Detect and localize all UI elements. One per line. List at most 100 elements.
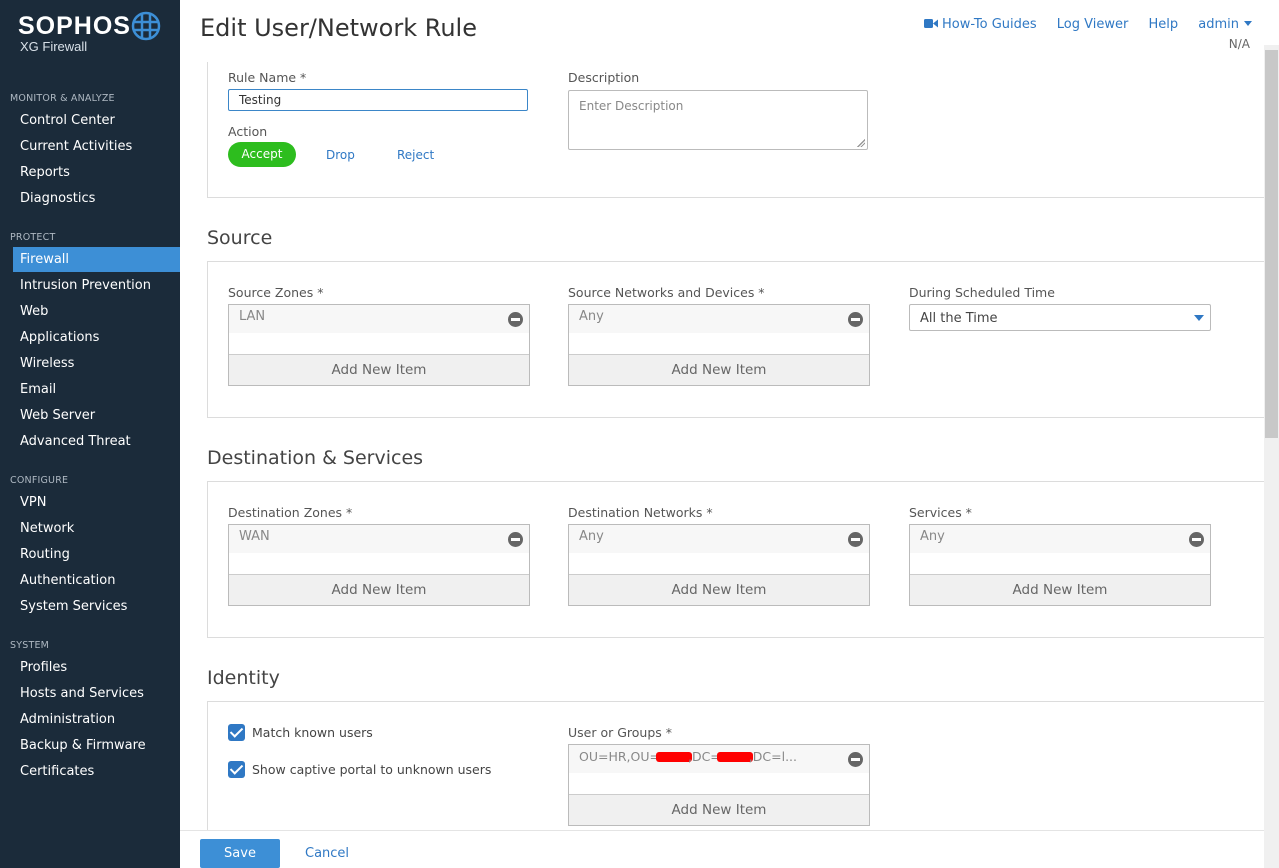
sidebar-item-intrusion-prevention[interactable]: Intrusion Prevention [13, 273, 180, 298]
sidebar-item-control-center[interactable]: Control Center [13, 108, 180, 133]
top-links: How-To Guides Log Viewer Help admin [908, 17, 1252, 32]
how-to-guides-link[interactable]: How-To Guides [924, 17, 1041, 32]
source-zone-value: LAN [239, 309, 266, 324]
redaction-mark [716, 752, 753, 762]
remove-icon[interactable] [508, 312, 523, 327]
description-textarea[interactable]: Enter Description [568, 90, 868, 150]
section-title-system: SYSTEM [10, 640, 50, 651]
remove-icon[interactable] [848, 532, 863, 547]
sidebar-item-diagnostics[interactable]: Diagnostics [13, 186, 180, 211]
list-item: Any [910, 525, 1210, 553]
sidebar-item-email[interactable]: Email [13, 377, 180, 402]
sidebar-item-system-services[interactable]: System Services [13, 594, 180, 619]
sidebar-item-routing[interactable]: Routing [13, 542, 180, 567]
add-source-zone-button[interactable]: Add New Item [229, 354, 529, 385]
source-zones-list: LAN Add New Item [228, 304, 530, 386]
caret-down-icon [1244, 21, 1252, 26]
brand-name: SOPHOS [18, 12, 131, 40]
sidebar-item-authentication[interactable]: Authentication [13, 568, 180, 593]
sidebar-item-network[interactable]: Network [13, 516, 180, 541]
destination-networks-list: Any Add New Item [568, 524, 870, 606]
add-source-network-button[interactable]: Add New Item [569, 354, 869, 385]
sidebar-item-administration[interactable]: Administration [13, 707, 180, 732]
source-networks-label: Source Networks and Devices * [568, 285, 765, 300]
scrollbar-thumb[interactable] [1265, 50, 1278, 438]
accept-action-button[interactable]: Accept [228, 142, 296, 167]
schedule-value: All the Time [920, 311, 998, 326]
list-item: OU=HR,OU= ,DC= ,DC=l... [569, 745, 869, 773]
cancel-button[interactable]: Cancel [305, 846, 349, 861]
globe-icon [131, 11, 161, 41]
section-title-monitor: MONITOR & ANALYZE [10, 93, 115, 104]
user-groups-list: OU=HR,OU= ,DC= ,DC=l... Add New Item [568, 744, 870, 826]
save-button[interactable]: Save [200, 839, 280, 868]
section-title-configure: CONFIGURE [10, 475, 69, 486]
sidebar-item-reports[interactable]: Reports [13, 160, 180, 185]
add-service-button[interactable]: Add New Item [910, 574, 1210, 605]
remove-icon[interactable] [508, 532, 523, 547]
source-heading: Source [207, 227, 273, 249]
add-destination-zone-button[interactable]: Add New Item [229, 574, 529, 605]
services-label: Services * [909, 505, 972, 520]
list-item: LAN [229, 305, 529, 333]
sidebar: SOPHOS XG Firewall MONITOR & ANALYZE Con… [0, 0, 180, 868]
sidebar-item-wireless[interactable]: Wireless [13, 351, 180, 376]
destination-networks-label: Destination Networks * [568, 505, 713, 520]
sidebar-item-current-activities[interactable]: Current Activities [13, 134, 180, 159]
device-status-text: N/A [1228, 37, 1250, 51]
sidebar-item-certificates[interactable]: Certificates [13, 759, 180, 784]
match-known-users-checkbox[interactable] [228, 724, 245, 741]
remove-icon[interactable] [848, 752, 863, 767]
product-name: XG Firewall [20, 39, 88, 54]
sidebar-item-backup-firmware[interactable]: Backup & Firmware [13, 733, 180, 758]
remove-icon[interactable] [1189, 532, 1204, 547]
schedule-label: During Scheduled Time [909, 285, 1055, 300]
add-user-group-button[interactable]: Add New Item [569, 794, 869, 825]
video-camera-icon [924, 19, 939, 28]
admin-menu[interactable]: admin [1198, 17, 1252, 32]
sidebar-item-web-server[interactable]: Web Server [13, 403, 180, 428]
captive-portal-label: Show captive portal to unknown users [252, 762, 492, 777]
user-group-value-part-3: ,DC=l... [748, 749, 797, 764]
source-zones-label: Source Zones * [228, 285, 324, 300]
action-label: Action [228, 124, 268, 139]
page-title: Edit User/Network Rule [200, 14, 477, 42]
sidebar-item-advanced-threat[interactable]: Advanced Threat [13, 429, 180, 454]
sidebar-item-vpn[interactable]: VPN [13, 490, 180, 515]
rule-name-input[interactable]: Testing [228, 89, 528, 111]
list-item: Any [569, 525, 869, 553]
destination-heading: Destination & Services [207, 447, 424, 469]
destination-zones-label: Destination Zones * [228, 505, 353, 520]
source-network-value: Any [579, 309, 604, 324]
user-groups-label: User or Groups * [568, 725, 673, 740]
destination-network-value: Any [579, 529, 604, 544]
dropdown-arrow-icon [1194, 315, 1204, 321]
drop-action-button[interactable]: Drop [326, 148, 355, 162]
source-networks-list: Any Add New Item [568, 304, 870, 386]
services-list: Any Add New Item [909, 524, 1211, 606]
remove-icon[interactable] [848, 312, 863, 327]
how-to-guides-label: How-To Guides [942, 17, 1037, 32]
list-item: Any [569, 305, 869, 333]
list-item: WAN [229, 525, 529, 553]
sidebar-item-web[interactable]: Web [13, 299, 180, 324]
sidebar-item-applications[interactable]: Applications [13, 325, 180, 350]
destination-zones-list: WAN Add New Item [228, 524, 530, 606]
redaction-mark [655, 752, 692, 762]
reject-action-button[interactable]: Reject [397, 148, 434, 162]
destination-zone-value: WAN [239, 529, 270, 544]
add-destination-network-button[interactable]: Add New Item [569, 574, 869, 605]
identity-heading: Identity [207, 667, 280, 689]
sidebar-item-profiles[interactable]: Profiles [13, 655, 180, 680]
sidebar-item-hosts-and-services[interactable]: Hosts and Services [13, 681, 180, 706]
sophos-logo[interactable]: SOPHOS XG Firewall [18, 12, 131, 54]
resize-grip-icon[interactable] [857, 139, 865, 147]
sidebar-item-firewall[interactable]: Firewall [13, 247, 180, 272]
user-group-value-part-1: OU=HR,OU= [579, 749, 660, 764]
description-label: Description [568, 70, 640, 85]
log-viewer-link[interactable]: Log Viewer [1057, 17, 1129, 32]
schedule-select[interactable]: All the Time [909, 304, 1211, 331]
help-link[interactable]: Help [1148, 17, 1178, 32]
captive-portal-checkbox[interactable] [228, 761, 245, 778]
admin-label: admin [1198, 17, 1239, 32]
